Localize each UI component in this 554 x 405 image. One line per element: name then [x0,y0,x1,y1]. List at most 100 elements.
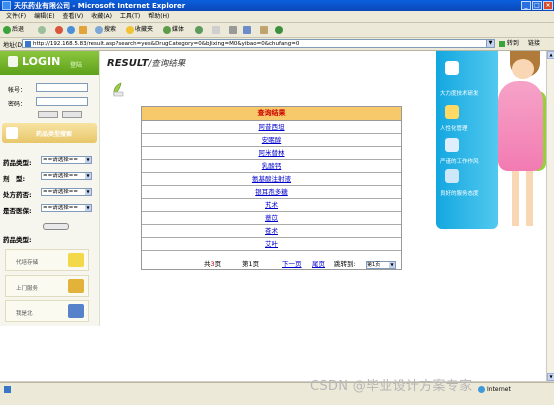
go-button[interactable]: 转到 [499,39,519,48]
refresh-button[interactable] [67,25,76,35]
password-input[interactable] [36,97,88,106]
service-icon [445,169,459,183]
links-label[interactable]: 链接 [528,39,540,48]
login-subtitle: 登陆 [70,62,83,69]
drug-link[interactable]: 氨基酸注射液 [252,175,291,183]
back-button[interactable]: 后退 [3,25,24,35]
messenger-icon [275,25,283,34]
chevron-down-icon: ▼ [389,262,395,268]
media-button[interactable]: 媒体 [163,25,184,35]
filter-label-dosage: 剂 型: [3,175,26,183]
filter-search-button[interactable] [43,223,69,230]
decorative-figure-leg [512,171,519,226]
table-row: 氨基酸注射液 [142,173,401,186]
globe-icon [478,386,485,393]
feature-link[interactable]: 良好的服务态度 [440,189,479,197]
drug-link[interactable]: 乳酸钙 [262,162,282,170]
drug-link[interactable]: 薏苡 [265,214,278,222]
favorites-star-icon [126,25,134,34]
stop-button[interactable] [55,25,64,35]
history-button[interactable] [195,25,204,35]
pagination: 共3页 第1页 下一页 尾页 跳转到: 第1页 ▼ [142,258,401,271]
username-input[interactable] [36,83,88,92]
scroll-up-icon[interactable]: ▲ [547,51,554,59]
menu-favorites[interactable]: 收藏(A) [91,11,112,22]
print-button[interactable] [229,25,238,35]
minimize-icon[interactable]: _ [521,1,531,10]
drug-link[interactable]: 艽术 [265,201,278,209]
menu-edit[interactable]: 编辑(E) [34,11,54,22]
vertical-scrollbar[interactable]: ▲ ▼ [546,51,554,381]
maximize-icon[interactable]: □ [532,1,542,10]
drug-link[interactable]: 苍术 [265,227,278,235]
back-arrow-icon [3,25,11,34]
table-row: 苍术 [142,225,401,238]
feature-sidebar: 大力度技术研发 人性化管理 严谨的工作作风 良好的服务态度 [436,51,498,229]
history-icon [195,25,203,34]
service-storage[interactable]: 代培存储 [5,249,89,271]
feature-link[interactable]: 人性化管理 [440,124,468,132]
drug-link[interactable]: 银耳孢多糖 [255,188,288,196]
address-dropdown-icon[interactable]: ▼ [486,39,495,48]
chevron-down-icon: ▼ [85,205,91,211]
table-row: 安眠醇 [142,134,401,147]
address-bar: 地址(D) http://192.168.5.83/result.asp?sea… [0,38,554,51]
home-button[interactable] [79,25,88,35]
filter-label-insurance: 是否医保: [3,207,32,215]
login-button[interactable] [38,111,58,118]
filter-select-prescription[interactable]: ==请选择== ▼ [41,188,92,196]
filter-label-type: 药品类型: [3,159,32,167]
results-table: 查询结果 阿昔西坦 安眠醇 阿米替林 乳酸钙 氨基酸注射液 银耳孢多糖 艽术 薏… [141,106,402,270]
truck-icon [68,279,84,293]
forward-arrow-icon [38,25,46,34]
feature-link[interactable]: 大力度技术研发 [440,89,479,97]
lock-icon [8,56,18,67]
discuss-icon [260,25,268,34]
last-page-link[interactable]: 尾页 [312,258,325,271]
window-title: 天乐药业有限公司 - Microsoft Internet Explorer [14,2,186,10]
filter-select-type[interactable]: ==请选择== ▼ [41,156,92,164]
edit-button[interactable] [243,25,252,35]
leaf-icon [113,82,124,97]
search-button[interactable]: 搜索 [95,25,116,35]
edit-icon [243,25,251,34]
address-input[interactable]: http://192.168.5.83/result.asp?search=ye… [22,39,492,48]
menu-view[interactable]: 查看(V) [62,11,83,22]
messenger-button[interactable] [275,25,284,35]
menu-tools[interactable]: 工具(T) [120,11,140,22]
stop-icon [55,25,63,34]
forward-button[interactable] [38,25,47,35]
results-header: 查询结果 [142,107,401,121]
scroll-down-icon[interactable]: ▼ [547,373,554,381]
next-page-link[interactable]: 下一页 [282,258,302,271]
close-icon[interactable]: × [543,1,553,10]
service-notebook[interactable]: 我是北 [5,300,89,322]
work-style-icon [445,138,459,152]
drug-link[interactable]: 艾叶 [265,240,278,248]
total-pages: 共3页 [204,260,222,268]
table-row: 阿昔西坦 [142,121,401,134]
drug-link[interactable]: 阿米替林 [259,149,285,157]
filter-select-dosage[interactable]: ==请选择== ▼ [41,172,92,180]
toolbar: 后退 搜索 收藏夹 媒体 [0,23,554,38]
filter-select-insurance[interactable]: ==请选择== ▼ [41,204,92,212]
feature-link[interactable]: 严谨的工作作风 [440,157,479,165]
discuss-button[interactable] [260,25,269,35]
favorites-button[interactable]: 收藏夹 [126,25,153,35]
drug-link[interactable]: 安眠醇 [262,136,282,144]
window-title-bar: 天乐药业有限公司 - Microsoft Internet Explorer _… [0,0,554,11]
page-status-icon [4,386,11,393]
service-delivery[interactable]: 上门服务 [5,275,89,297]
mail-button[interactable] [212,25,221,35]
refresh-icon [67,25,75,34]
menu-file[interactable]: 文件(F) [6,11,26,22]
table-row: 薏苡 [142,212,401,225]
menu-help[interactable]: 帮助(H) [148,11,169,22]
page-jump-select[interactable]: 第1页 ▼ [366,261,396,269]
medicine-box-icon [6,127,18,139]
media-icon [163,25,171,34]
right-panel: 大力度技术研发 人性化管理 严谨的工作作风 良好的服务态度 [434,51,546,381]
decorative-figure-dress [498,81,543,171]
register-button[interactable] [62,111,82,118]
drug-link[interactable]: 阿昔西坦 [259,123,285,131]
